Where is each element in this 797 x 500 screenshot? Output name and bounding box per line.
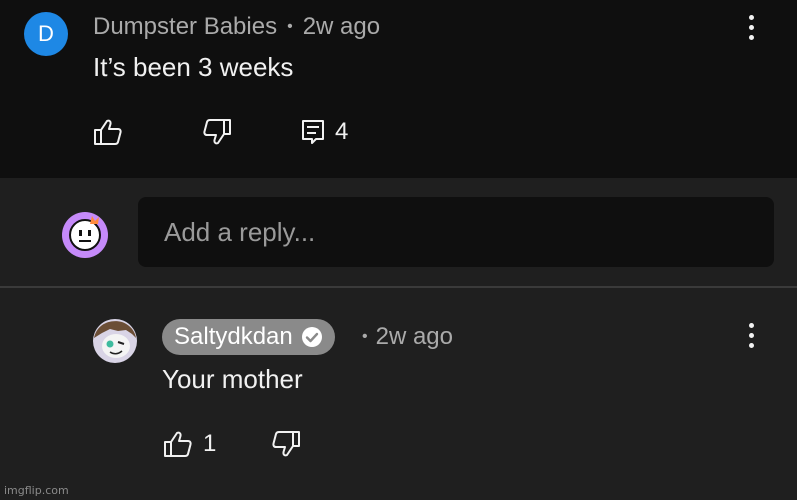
reply-dislike-button[interactable]	[271, 430, 301, 458]
meta-separator: •	[287, 18, 293, 35]
replies-button[interactable]: 4	[301, 118, 348, 146]
like-icon	[94, 119, 122, 145]
comment-author[interactable]: Dumpster Babies	[93, 13, 277, 41]
like-icon	[164, 431, 192, 457]
watermark: imgflip.com	[4, 484, 69, 497]
reply-author: Saltydkdan	[174, 323, 293, 350]
dislike-icon	[203, 119, 231, 145]
reply-author-avatar[interactable]	[92, 318, 138, 364]
divider	[0, 286, 797, 288]
reply-time: 2w ago	[375, 323, 453, 350]
like-button[interactable]	[93, 118, 123, 146]
reply-input[interactable]	[162, 215, 746, 249]
reply-like-button[interactable]: 1	[163, 430, 216, 458]
verified-icon	[301, 327, 322, 347]
avatar-letter: D	[38, 21, 54, 46]
reply-meta-separator: •	[362, 328, 368, 345]
dislike-button[interactable]	[202, 118, 232, 146]
comment-icon	[302, 120, 324, 144]
dislike-icon	[272, 431, 300, 457]
reply-input-box[interactable]	[138, 197, 774, 267]
reply-count: 4	[335, 118, 349, 145]
reply-text: Your mother	[162, 364, 303, 394]
comment-meta: Dumpster Babies • 2w ago	[93, 12, 380, 42]
reply-author-badge[interactable]: Saltydkdan	[162, 319, 335, 355]
reply-like-count: 1	[203, 430, 217, 457]
commenter-avatar[interactable]: D	[24, 12, 68, 56]
comment-text: It’s been 3 weeks	[93, 52, 294, 82]
reply-more-vert-icon[interactable]	[741, 320, 761, 350]
more-vert-icon[interactable]	[741, 12, 761, 42]
reply-meta: • 2w ago	[362, 322, 453, 352]
user-avatar[interactable]	[60, 208, 110, 258]
comment-time: 2w ago	[302, 13, 381, 40]
top-comment: D Dumpster Babies • 2w ago It’s been 3 w…	[0, 0, 797, 178]
